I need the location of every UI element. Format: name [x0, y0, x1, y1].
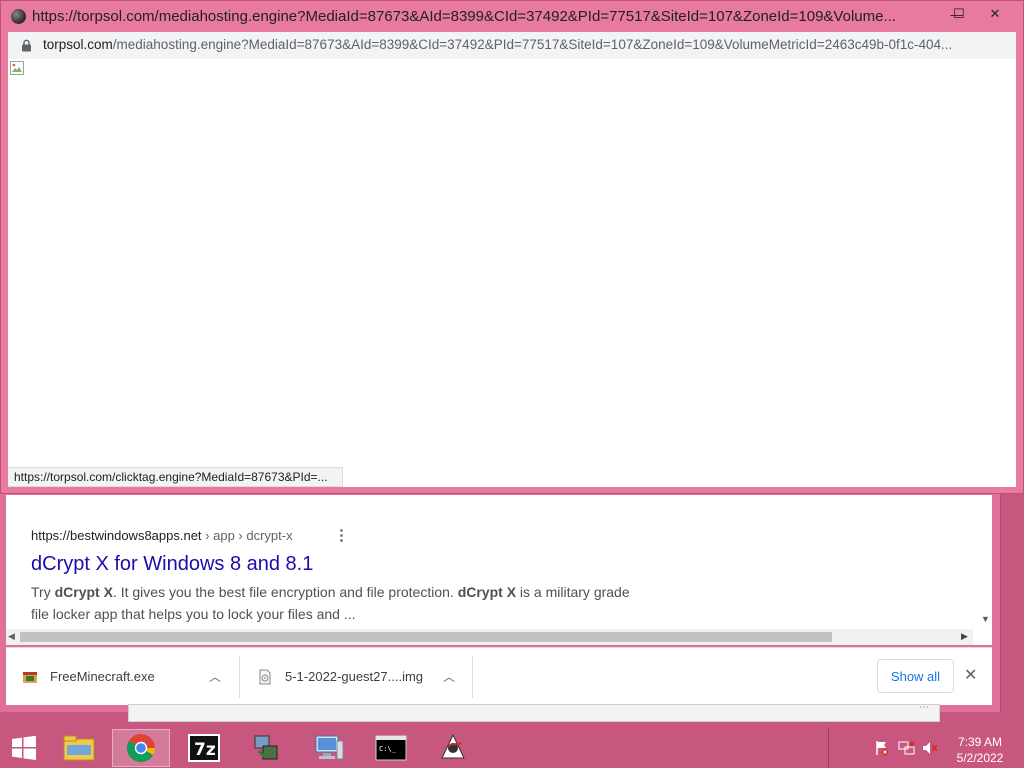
scroll-left-arrow-icon[interactable]: ◀ [8, 631, 15, 642]
divider [472, 656, 473, 698]
divider [239, 656, 240, 698]
scrollbar-thumb[interactable] [20, 632, 832, 642]
taskbar-7zip[interactable]: 7z [175, 729, 233, 767]
popup-titlebar[interactable]: https://torpsol.com/mediahosting.engine?… [1, 1, 1023, 31]
clock-time: 7:39 AM [957, 735, 1003, 749]
show-all-button[interactable]: Show all [877, 659, 954, 693]
chevron-up-icon[interactable]: ︿ [209, 668, 221, 685]
taskbar-command-prompt[interactable]: C:\_ [362, 729, 420, 767]
maximize-button[interactable]: ☐ [939, 3, 979, 25]
volume-muted-icon[interactable] [922, 740, 938, 756]
popup-window-title: https://torpsol.com/mediahosting.engine?… [32, 8, 896, 25]
result-breadcrumb: › app › dcrypt-x [201, 528, 293, 543]
taskbar: 7z C:\_ 7:39 AM 5/2/2022 [0, 727, 1024, 768]
broken-image-icon [10, 61, 24, 75]
close-button[interactable]: ✕ [975, 3, 1015, 25]
snippet-text: . It gives you the best file encryption … [112, 584, 458, 600]
background-window-peek: ⋯ [128, 702, 940, 722]
horizontal-scrollbar[interactable]: ◀ ▶ [6, 629, 973, 645]
java-app-icon [441, 733, 465, 759]
popup-browser-window: https://torpsol.com/mediahosting.engine?… [0, 0, 1024, 494]
scroll-down-arrow-icon[interactable]: ▼ [981, 614, 990, 624]
site-favicon-icon [11, 9, 26, 24]
result-title-link[interactable]: dCrypt X for Windows 8 and 8.1 [31, 553, 313, 576]
more-options-icon[interactable]: ⋮ [334, 526, 349, 544]
disc-image-file-icon [259, 669, 271, 684]
snippet-text: is a military grade [516, 584, 630, 600]
snippet-bold: dCrypt X [54, 584, 113, 600]
taskbar-network-tool[interactable] [238, 729, 296, 767]
result-url-host: https://bestwindows8apps.net [31, 528, 202, 543]
downloads-bar: FreeMinecraft.exe ︿ 5-1-2022-guest27....… [6, 647, 992, 705]
svg-text:C:\_: C:\_ [379, 745, 397, 753]
taskbar-file-explorer[interactable] [50, 729, 108, 767]
taskbar-java-app[interactable] [424, 729, 482, 767]
download-filename: FreeMinecraft.exe [50, 669, 155, 684]
window-border [992, 495, 1000, 647]
computer-icon [315, 735, 344, 760]
popup-url[interactable]: torpsol.com/mediahosting.engine?MediaId=… [43, 37, 1005, 52]
url-path: /mediahosting.engine?MediaId=87673&AId=8… [112, 37, 953, 52]
svg-text:7z: 7z [194, 740, 216, 760]
status-bar-link: https://torpsol.com/clicktag.engine?Medi… [8, 467, 343, 487]
popup-address-bar[interactable]: torpsol.com/mediahosting.engine?MediaId=… [8, 32, 1016, 59]
scroll-right-arrow-icon[interactable]: ▶ [961, 631, 968, 642]
network-tool-icon [254, 735, 278, 760]
system-clock[interactable]: 7:39 AM 5/2/2022 [948, 734, 1012, 766]
command-prompt-icon: C:\_ [375, 735, 407, 761]
network-icon[interactable] [898, 740, 916, 756]
result-snippet-line-2: file locker app that helps you to lock y… [31, 606, 356, 622]
start-button[interactable] [0, 729, 48, 767]
chrome-icon [127, 734, 155, 762]
close-downloads-bar-icon[interactable]: ✕ [964, 665, 977, 685]
download-item-img[interactable]: 5-1-2022-guest27....img [257, 648, 423, 705]
installer-icon [23, 671, 37, 683]
url-host: torpsol.com [43, 37, 113, 52]
taskbar-computer[interactable] [300, 729, 358, 767]
download-item-freeminecraft[interactable]: FreeMinecraft.exe [22, 648, 155, 705]
result-url[interactable]: https://bestwindows8apps.net › app › dcr… [31, 528, 293, 543]
taskbar-divider [828, 727, 829, 768]
7zip-icon: 7z [188, 734, 220, 762]
popup-page-content[interactable]: https://torpsol.com/clicktag.engine?Medi… [8, 59, 1016, 487]
download-filename: 5-1-2022-guest27....img [285, 669, 424, 684]
chevron-up-icon[interactable]: ︿ [443, 668, 455, 685]
taskbar-chrome[interactable] [112, 729, 170, 767]
snippet-bold: dCrypt X [457, 584, 517, 600]
clock-date: 5/2/2022 [956, 751, 1004, 765]
search-results-page: https://bestwindows8apps.net › app › dcr… [6, 495, 992, 645]
action-center-flag-icon[interactable] [874, 740, 890, 756]
lock-icon [22, 39, 31, 52]
windows-logo-icon [12, 735, 36, 760]
more-icon: ⋯ [919, 702, 929, 713]
result-snippet-line-1: Try dCrypt X. It gives you the best file… [31, 581, 630, 603]
snippet-text: Try [31, 584, 55, 600]
folder-icon [63, 735, 95, 761]
